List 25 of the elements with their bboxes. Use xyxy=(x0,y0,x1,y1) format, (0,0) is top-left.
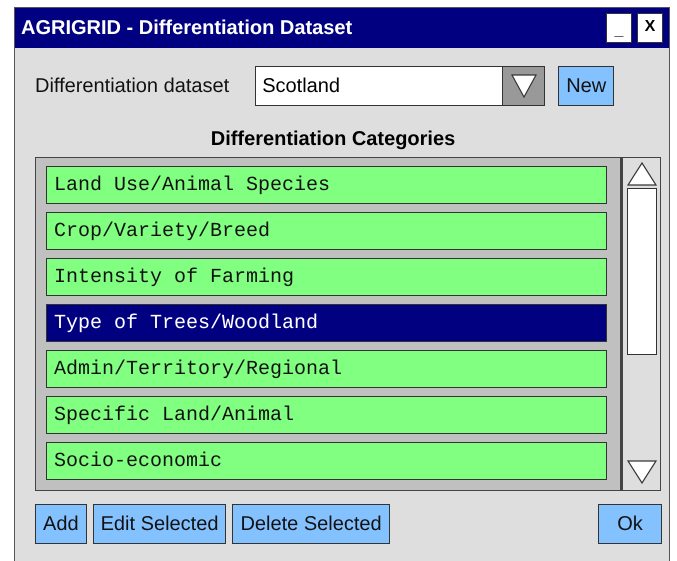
delete-button[interactable]: Delete Selected xyxy=(232,504,390,544)
scroll-thumb[interactable] xyxy=(626,188,656,355)
dropdown-button[interactable] xyxy=(502,67,544,105)
dataset-value: Scotland xyxy=(261,74,342,98)
categories-heading: Differentiation Categories xyxy=(210,128,456,151)
category-item[interactable]: Socio-economic xyxy=(46,442,607,480)
scroll-up-icon[interactable] xyxy=(626,162,656,186)
dataset-dropdown[interactable]: Scotland xyxy=(255,66,546,106)
category-item[interactable]: Type of Trees/Woodland xyxy=(46,304,607,342)
category-item[interactable]: Land Use/Animal Species xyxy=(46,166,607,204)
new-button[interactable]: New xyxy=(558,66,614,106)
dataset-label: Differentiation dataset xyxy=(35,74,230,98)
scrollbar[interactable] xyxy=(621,157,661,491)
scroll-down-icon[interactable] xyxy=(626,460,656,484)
category-item[interactable]: Intensity of Farming xyxy=(46,258,607,296)
edit-button[interactable]: Edit Selected xyxy=(92,504,226,544)
category-item[interactable]: Crop/Variety/Breed xyxy=(46,212,607,250)
ok-button[interactable]: Ok xyxy=(598,504,662,544)
close-button[interactable]: X xyxy=(637,13,663,43)
window-title: AGRIGRID - Differentiation Dataset xyxy=(21,16,354,40)
add-button[interactable]: Add xyxy=(35,504,87,544)
category-item[interactable]: Specific Land/Animal xyxy=(46,396,607,434)
caret-icon xyxy=(510,74,537,98)
minimize-button[interactable]: _ xyxy=(606,13,632,43)
category-item[interactable]: Admin/Territory/Regional xyxy=(46,350,607,388)
